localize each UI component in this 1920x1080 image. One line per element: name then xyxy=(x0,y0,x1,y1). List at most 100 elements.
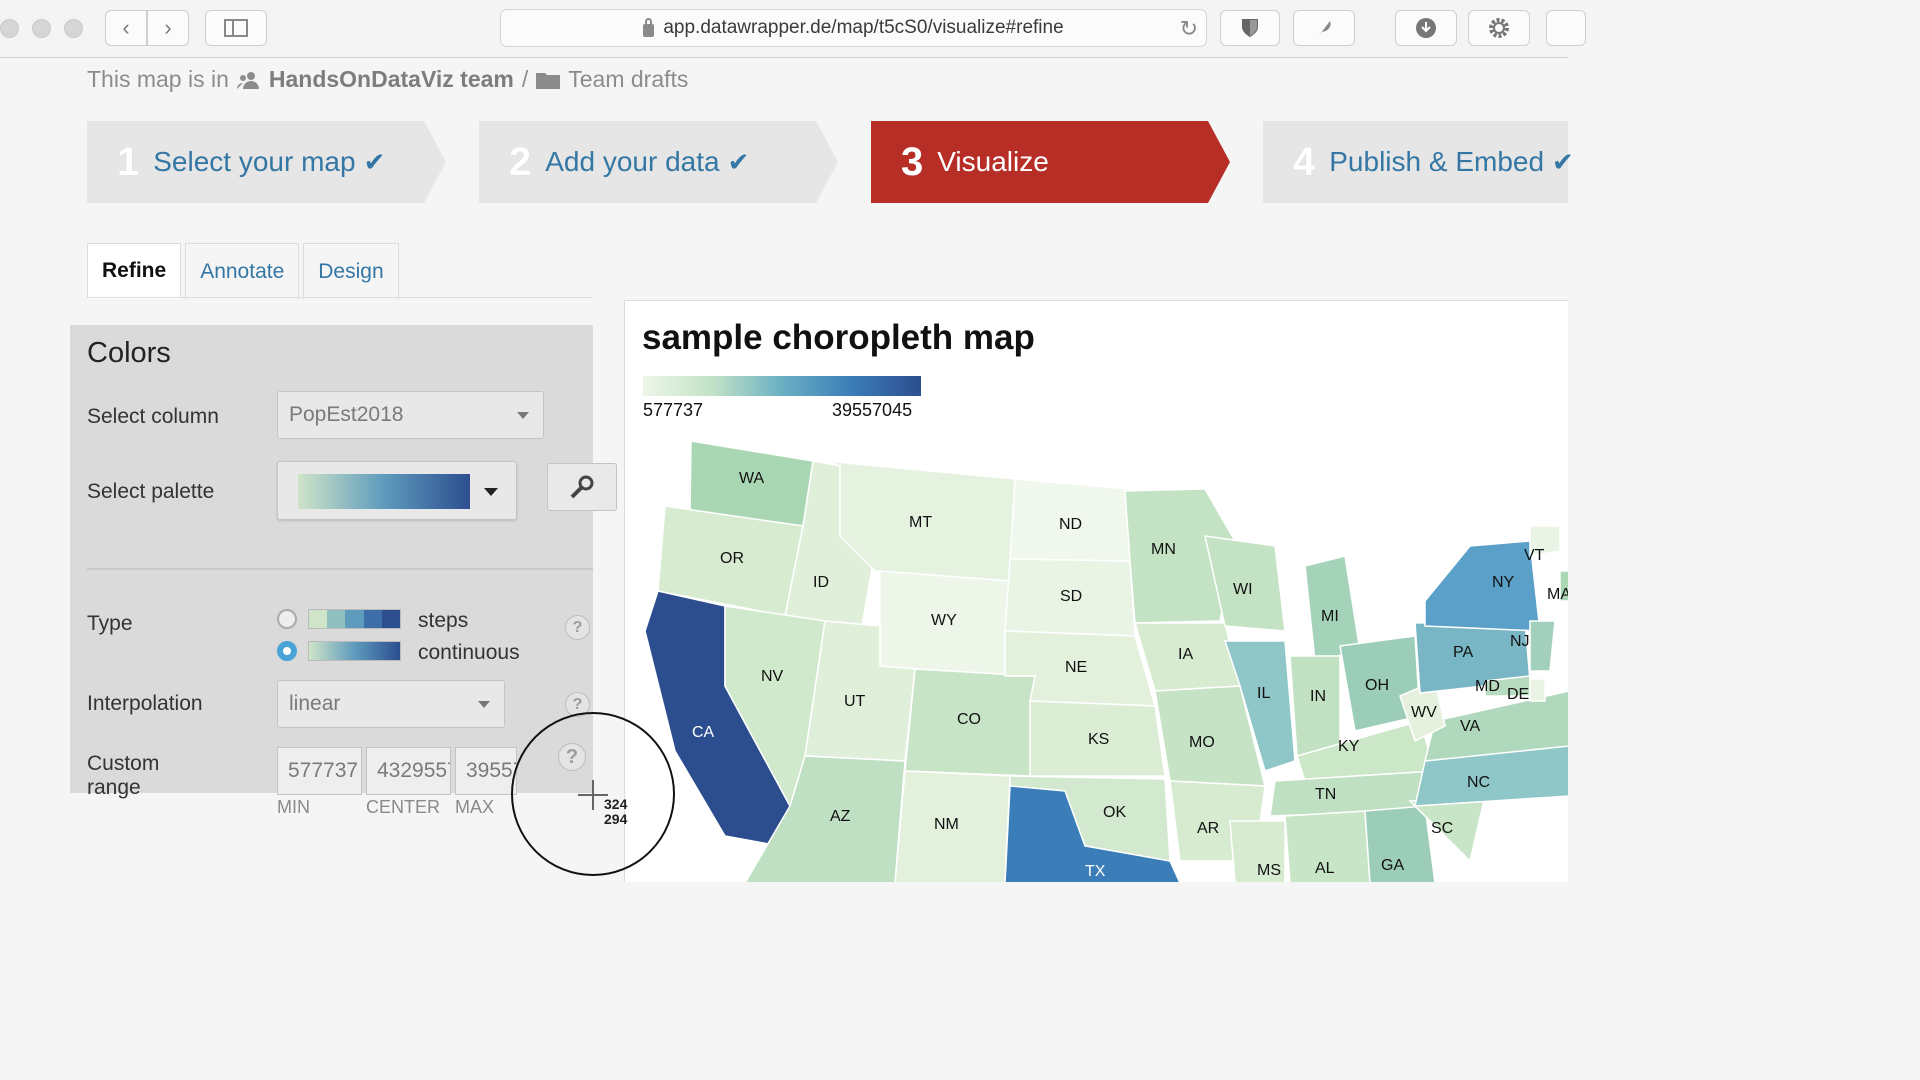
state-label: OH xyxy=(1365,677,1389,694)
wrench-icon xyxy=(570,475,594,499)
state-label: TX xyxy=(1085,863,1106,880)
back-button[interactable]: ‹ xyxy=(105,10,147,46)
state-label: WV xyxy=(1411,704,1437,721)
state-label: MT xyxy=(909,514,932,531)
shield-extension-button[interactable] xyxy=(1220,10,1280,46)
window-zoom-button[interactable] xyxy=(64,19,83,38)
forward-button[interactable]: › xyxy=(147,10,189,46)
select-column-label: Select column xyxy=(87,405,219,428)
overflow-button[interactable] xyxy=(1546,10,1586,46)
window-minimize-button[interactable] xyxy=(32,19,51,38)
state-label: NE xyxy=(1065,659,1087,676)
step-add-data[interactable]: 2 Add your data ✔ xyxy=(509,121,749,203)
breadcrumb-folder-link[interactable]: Team drafts xyxy=(568,66,688,93)
checkmark-icon: ✔ xyxy=(1552,146,1574,177)
help-icon[interactable]: ? xyxy=(565,615,590,640)
state-label: MS xyxy=(1257,862,1281,879)
state-label: ID xyxy=(813,574,829,591)
state-label: PA xyxy=(1453,644,1473,661)
state-ny xyxy=(1424,540,1541,632)
continuous-swatch xyxy=(308,641,401,661)
state-label: VA xyxy=(1460,718,1480,735)
type-continuous-label[interactable]: continuous xyxy=(418,641,520,665)
state-label: WI xyxy=(1233,581,1253,598)
tab-design[interactable]: Design xyxy=(303,243,399,299)
step-label: Select your map xyxy=(153,146,356,177)
feather-extension-button[interactable] xyxy=(1293,10,1355,46)
state-label: MI xyxy=(1321,608,1339,625)
state-label: OR xyxy=(720,550,744,567)
settings-button[interactable] xyxy=(1468,10,1530,46)
team-icon xyxy=(236,71,259,89)
state-label: KS xyxy=(1088,731,1109,748)
state-label: AZ xyxy=(830,808,851,825)
window-close-button[interactable] xyxy=(0,19,19,38)
map-preview: sample choropleth map 577737 39557045 WA… xyxy=(624,300,1568,882)
range-min-input[interactable]: 577737 xyxy=(277,747,362,795)
lock-icon xyxy=(643,17,655,37)
chevron-right-icon: › xyxy=(164,15,172,40)
folder-icon xyxy=(536,72,561,89)
tab-annotate[interactable]: Annotate xyxy=(185,243,300,299)
state-nj xyxy=(1529,620,1556,672)
palette-swatch xyxy=(298,474,470,509)
cursor-x-readout: 324 xyxy=(604,796,628,812)
state-label: KY xyxy=(1338,738,1360,755)
tab-divider xyxy=(87,297,593,298)
gear-icon xyxy=(1489,18,1509,38)
range-max-input[interactable]: 39557045 xyxy=(455,747,517,795)
min-label: MIN xyxy=(277,797,310,817)
steps-swatch xyxy=(308,609,401,629)
step-select-map[interactable]: 1 Select your map ✔ xyxy=(117,121,385,203)
state-label: NV xyxy=(761,668,784,685)
type-continuous-radio[interactable] xyxy=(277,641,297,661)
breadcrumb-separator: / xyxy=(521,66,529,92)
browser-toolbar: ‹ › app.datawrapper.de/map/t5cS0/visuali… xyxy=(0,0,1586,58)
state-label: MD xyxy=(1475,678,1500,695)
section-divider xyxy=(87,568,593,570)
state-label: MN xyxy=(1151,541,1176,558)
step-label: Publish & Embed xyxy=(1329,146,1545,177)
state-label: SD xyxy=(1060,588,1082,605)
state-label: VT xyxy=(1524,547,1545,564)
step-publish-embed[interactable]: 4 Publish & Embed ✔ xyxy=(1293,121,1574,203)
reload-icon[interactable]: ↻ xyxy=(1180,16,1198,42)
checkmark-icon: ✔ xyxy=(363,146,386,177)
range-center-input[interactable]: 4329557 xyxy=(366,747,451,795)
state-label: AR xyxy=(1197,820,1219,837)
breadcrumb-prefix: This map is in xyxy=(87,66,229,92)
breadcrumb-team-link[interactable]: HandsOnDataViz team xyxy=(269,66,514,93)
chevron-down-icon xyxy=(478,701,490,708)
chevron-down-icon xyxy=(484,488,498,496)
state-in xyxy=(1289,655,1341,757)
palette-dropdown[interactable] xyxy=(277,461,517,520)
downloads-button[interactable] xyxy=(1395,10,1457,46)
tab-refine[interactable]: Refine xyxy=(87,243,182,299)
state-label: NY xyxy=(1492,574,1515,591)
choropleth-map: WA OR CA ID NV MT WY UT AZ CO NM ND SD N… xyxy=(644,440,1568,882)
step-label: Visualize xyxy=(937,146,1049,177)
address-bar[interactable]: app.datawrapper.de/map/t5cS0/visualize#r… xyxy=(500,9,1207,47)
state-label: UT xyxy=(844,693,866,710)
colors-panel: Colors Select column PopEst2018 Select p… xyxy=(70,325,593,799)
custom-range-label: Custom range xyxy=(87,752,160,799)
state-label: DE xyxy=(1507,686,1529,703)
interpolation-dropdown[interactable]: linear xyxy=(277,680,505,728)
state-label: SC xyxy=(1431,820,1453,837)
state-label: IA xyxy=(1178,646,1193,663)
state-label: MA xyxy=(1547,586,1568,603)
type-steps-radio[interactable] xyxy=(277,609,297,629)
sidebar-toggle-button[interactable] xyxy=(205,10,267,46)
palette-settings-button[interactable] xyxy=(547,463,617,511)
select-column-dropdown[interactable]: PopEst2018 xyxy=(277,391,544,439)
type-steps-label[interactable]: steps xyxy=(418,609,468,633)
step-visualize[interactable]: 3 Visualize xyxy=(901,121,1049,203)
cursor-y-readout: 294 xyxy=(604,811,628,827)
state-label: AL xyxy=(1315,860,1335,877)
state-label: IL xyxy=(1257,685,1270,702)
type-label: Type xyxy=(87,612,133,635)
state-de xyxy=(1529,678,1546,702)
breadcrumb: This map is in HandsOnDataViz team / Tea… xyxy=(87,66,688,93)
state-label: ND xyxy=(1059,516,1082,533)
step-label: Add your data xyxy=(545,146,720,177)
